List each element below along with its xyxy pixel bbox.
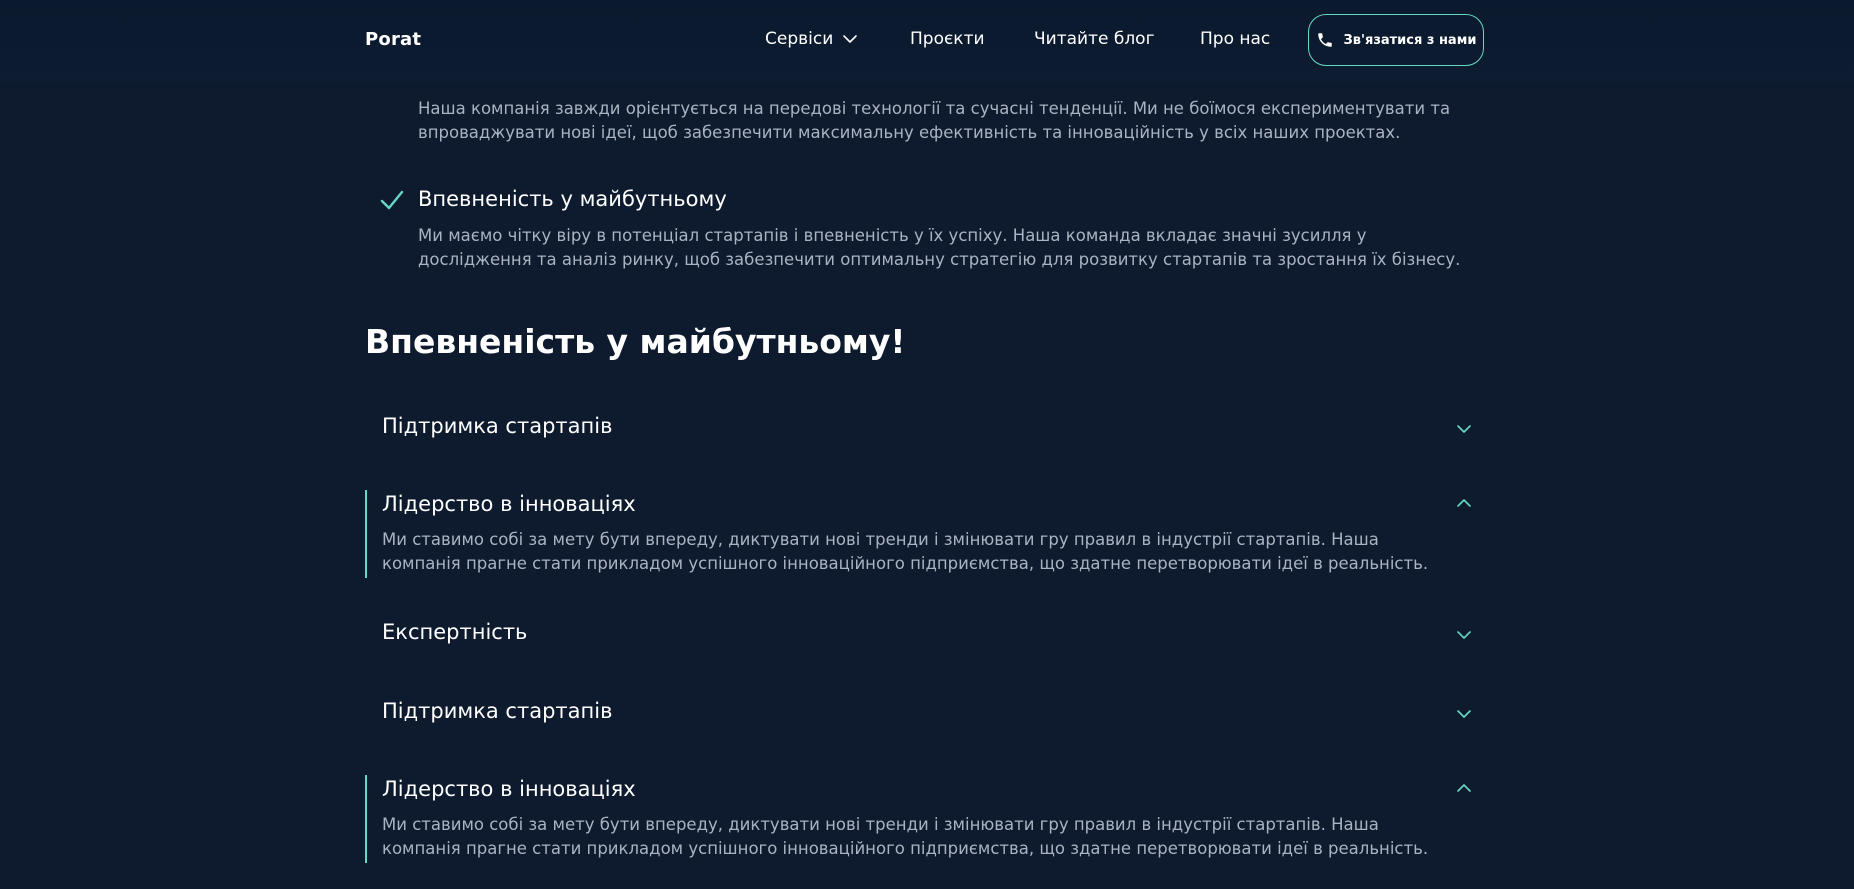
- chevron-up-icon[interactable]: [1455, 494, 1473, 512]
- nav-item-about[interactable]: Про нас: [1200, 29, 1270, 49]
- chevron-down-icon[interactable]: [1455, 705, 1473, 723]
- section-title: Впевненість у майбутньому!: [365, 322, 906, 361]
- contact-button[interactable]: Зв'язатися з нами: [1308, 14, 1484, 66]
- nav-item-services[interactable]: Сервіси: [765, 29, 858, 49]
- accordion-item-title[interactable]: Лідерство в інноваціях: [382, 777, 636, 801]
- phone-icon: [1317, 33, 1332, 47]
- chevron-down-icon[interactable]: [1455, 626, 1473, 644]
- accordion-item[interactable]: Експертність: [365, 620, 1485, 654]
- feature-description: Наша компанія завжди орієнтується на пер…: [418, 99, 1451, 142]
- feature-description: Ми маємо чітку віру в потенціал стартапі…: [418, 226, 1461, 269]
- feature-title: Впевненість у майбутньому: [418, 187, 727, 211]
- chevron-up-icon[interactable]: [1455, 779, 1473, 797]
- nav-item-services-label[interactable]: Сервіси: [765, 29, 833, 49]
- accordion-item-expanded[interactable]: Лідерство в інноваціях Ми ставимо собі з…: [365, 775, 1485, 863]
- check-icon: [380, 190, 404, 210]
- accordion-item-body: Ми ставимо собі за мету бути впереду, ди…: [382, 530, 1429, 573]
- site-header: Porat Сервіси Проєкти Читайте блог Про н…: [0, 0, 1854, 84]
- chevron-down-icon[interactable]: [1455, 420, 1473, 438]
- accordion-item-title[interactable]: Підтримка стартапів: [382, 699, 612, 723]
- chevron-down-icon[interactable]: [842, 31, 858, 47]
- accordion-item[interactable]: Підтримка стартапів: [365, 699, 1485, 733]
- logo[interactable]: Porat: [365, 29, 421, 50]
- nav-item-projects[interactable]: Проєкти: [910, 29, 985, 49]
- accordion-item[interactable]: Підтримка стартапів: [365, 414, 1485, 448]
- header-inner: Porat Сервіси Проєкти Читайте блог Про н…: [365, 0, 1485, 84]
- accordion-item-title[interactable]: Лідерство в інноваціях: [382, 492, 636, 516]
- nav-item-blog[interactable]: Читайте блог: [1034, 29, 1155, 49]
- accordion-item-expanded[interactable]: Лідерство в інноваціях Ми ставимо собі з…: [365, 490, 1485, 578]
- accordion-item-body: Ми ставимо собі за мету бути впереду, ди…: [382, 815, 1429, 858]
- page: Наша компанія завжди орієнтується на пер…: [0, 0, 1854, 889]
- accordion-item-title[interactable]: Експертність: [382, 620, 527, 644]
- accordion-item-title[interactable]: Підтримка стартапів: [382, 414, 612, 438]
- contact-button-label[interactable]: Зв'язатися з нами: [1344, 33, 1477, 48]
